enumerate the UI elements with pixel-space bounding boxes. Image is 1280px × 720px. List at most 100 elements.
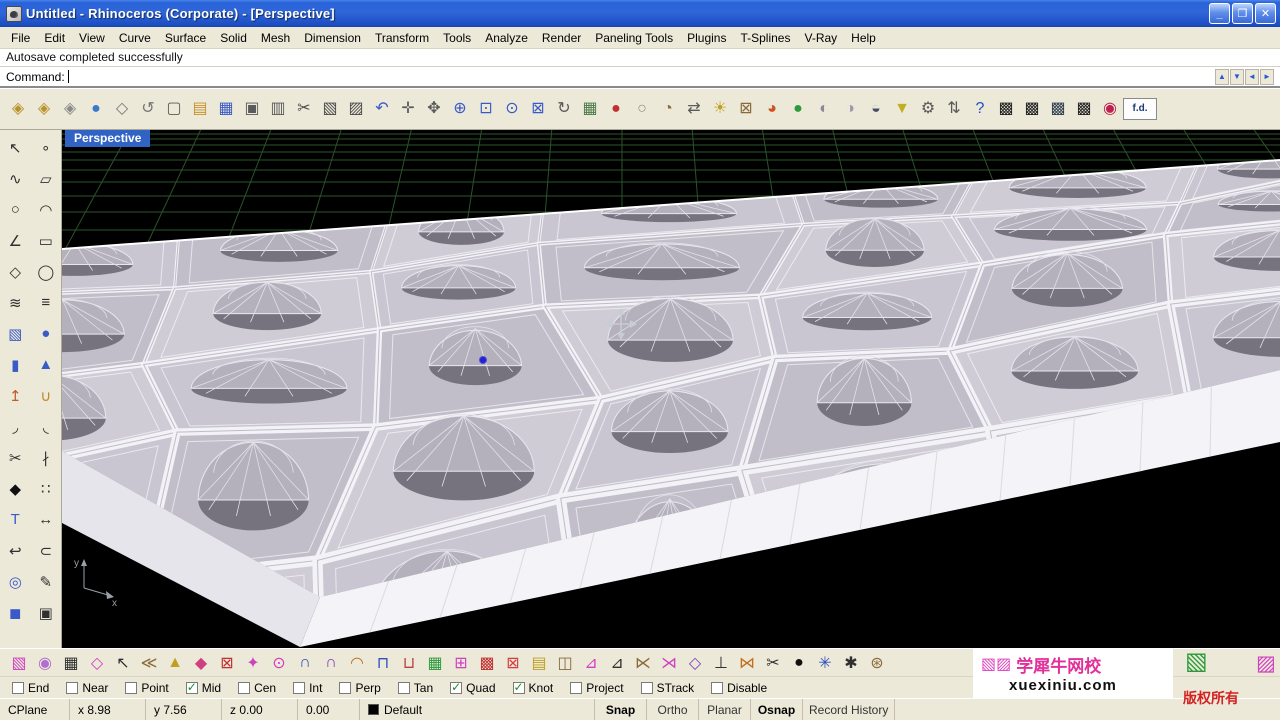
gumball-tool[interactable]: ◎ (0, 566, 31, 597)
osnap-project[interactable]: Project (570, 681, 624, 695)
zoom-extents-button[interactable]: ⊠ (525, 96, 551, 122)
chamfer-tool[interactable]: ◟ (31, 411, 62, 442)
pt-cone-icon[interactable]: ▲ (162, 651, 188, 675)
offset-curve-tool[interactable]: ⊂ (31, 535, 62, 566)
pt-spheres-icon[interactable]: ◉ (32, 651, 58, 675)
surface-corner-tool[interactable]: ▱ (31, 163, 62, 194)
pt-tri-dark-icon[interactable]: ⊿ (604, 651, 630, 675)
ellipse-tool[interactable]: ◯ (31, 256, 62, 287)
pt-cols-icon[interactable]: ◫ (552, 651, 578, 675)
new-file-button[interactable]: ▢ (161, 96, 187, 122)
copy-button[interactable]: ▧ (317, 96, 343, 122)
layer-pane[interactable]: Default (360, 699, 595, 720)
pt-grid-plus-icon[interactable]: ⊞ (448, 651, 474, 675)
shaded-sphere-icon[interactable]: ● (83, 96, 109, 122)
menu-curve[interactable]: Curve (112, 28, 158, 48)
copy-arrows-icon[interactable]: ⇄ (681, 96, 707, 122)
pt-bridge-icon[interactable]: ⊓ (370, 651, 396, 675)
export-button[interactable]: ▥ (265, 96, 291, 122)
osnap-point[interactable]: Point (125, 681, 169, 695)
pt-diamond-purple-icon[interactable]: ◇ (682, 651, 708, 675)
restore-button[interactable]: ❐ (1232, 3, 1253, 24)
pan-view-button[interactable]: ✛ (395, 96, 421, 122)
car-red-icon[interactable]: ● (603, 96, 629, 122)
pt-grid-black-icon[interactable]: ▦ (58, 651, 84, 675)
undo-button[interactable]: ↶ (369, 96, 395, 122)
osnap-quad[interactable]: Quad (450, 680, 496, 695)
checkbox-icon[interactable] (640, 681, 653, 694)
pt-red-x-icon[interactable]: ⊠ (214, 651, 240, 675)
command-scroll-up[interactable]: ▲ (1215, 68, 1229, 85)
pt-grid-red-icon[interactable]: ▩ (474, 651, 500, 675)
car-gray-icon[interactable]: ○ (629, 96, 655, 122)
fd-logo-icon[interactable]: f.d. (1123, 98, 1157, 120)
pt-angle-icon[interactable]: ≪ (136, 651, 162, 675)
checkbox-icon[interactable] (512, 680, 525, 694)
sphere-tool[interactable]: ● (31, 318, 62, 349)
print-button[interactable]: ▣ (239, 96, 265, 122)
checkbox-icon[interactable] (125, 681, 138, 694)
pt-snow-icon[interactable]: ✳ (812, 651, 838, 675)
osnap-int[interactable]: Int (293, 681, 322, 695)
pt-arc-icon[interactable]: ◠ (344, 651, 370, 675)
flag-icon[interactable]: ▼ (889, 96, 915, 122)
minimize-button[interactable]: _ (1209, 3, 1230, 24)
trim-tool[interactable]: ✂ (0, 442, 31, 473)
uvn-move-icon[interactable]: ⇅ (941, 96, 967, 122)
menu-dimension[interactable]: Dimension (297, 28, 368, 48)
pt-target-icon[interactable]: ⊙ (266, 651, 292, 675)
checkbox-icon[interactable] (711, 681, 724, 694)
move-button[interactable]: ✥ (421, 96, 447, 122)
extrude-tool[interactable]: ↥ (0, 380, 31, 411)
pt-grid-check-icon[interactable]: ▦ (422, 651, 448, 675)
point-tool[interactable]: ∘ (31, 132, 62, 163)
checkbox-icon[interactable] (339, 681, 352, 694)
menu-paneling-tools[interactable]: Paneling Tools (588, 28, 680, 48)
split-tool[interactable]: ∤ (31, 442, 62, 473)
dimension-tool[interactable]: ↔ (31, 504, 62, 535)
pt-bowtie-icon[interactable]: ⋈ (734, 651, 760, 675)
perspective-viewport[interactable]: yx Perspective (62, 130, 1280, 648)
paste-button[interactable]: ▨ (343, 96, 369, 122)
pane-planar[interactable]: Planar (699, 699, 751, 720)
osnap-near[interactable]: Near (66, 681, 108, 695)
rotate-view-button[interactable]: ↻ (551, 96, 577, 122)
osnap-end[interactable]: End (12, 681, 49, 695)
checkbox-icon[interactable] (66, 681, 79, 694)
command-line[interactable]: Command: ▲ ▼ ◄ ► (0, 67, 1280, 88)
popup-main-2-icon[interactable]: ◈ (31, 96, 57, 122)
command-scroll-down[interactable]: ▼ (1230, 68, 1244, 85)
menu-view[interactable]: View (72, 28, 112, 48)
pt-sphere-black-icon[interactable]: ● (786, 651, 812, 675)
panel-layout-tool[interactable]: ▣ (31, 597, 62, 628)
array-tool[interactable]: ∷ (31, 473, 62, 504)
pt-scissors-icon[interactable]: ✂ (760, 651, 786, 675)
menu-t-splines[interactable]: T-Splines (733, 28, 797, 48)
popup-main-1-icon[interactable]: ◈ (5, 96, 31, 122)
offset-tool[interactable]: ≡ (31, 287, 62, 318)
menu-v-ray[interactable]: V-Ray (797, 28, 844, 48)
checkbox-icon[interactable] (570, 681, 583, 694)
checkbox-icon[interactable] (12, 681, 24, 694)
command-scroll-right[interactable]: ► (1260, 68, 1274, 85)
cplane-pane[interactable]: CPlane (0, 699, 70, 720)
vray-ball-icon[interactable]: ◉ (1097, 96, 1123, 122)
pt-star-icon[interactable]: ✦ (240, 651, 266, 675)
menu-solid[interactable]: Solid (213, 28, 254, 48)
osnap-perp[interactable]: Perp (339, 681, 381, 695)
pt-arrow-icon[interactable]: ↖ (110, 651, 136, 675)
pt-bowtie-left-icon[interactable]: ⋉ (630, 651, 656, 675)
grid-table-icon[interactable]: ▦ (577, 96, 603, 122)
render-button[interactable]: ◕ (759, 96, 785, 122)
circle-tool[interactable]: ○ (0, 194, 31, 225)
open-file-button[interactable]: ▤ (187, 96, 213, 122)
viewport-canvas[interactable]: yx (62, 130, 1280, 648)
command-scroll-left[interactable]: ◄ (1245, 68, 1259, 85)
menu-surface[interactable]: Surface (158, 28, 213, 48)
pane-snap[interactable]: Snap (595, 699, 647, 720)
menu-analyze[interactable]: Analyze (478, 28, 535, 48)
pt-gear-icon[interactable]: ⊛ (864, 651, 890, 675)
pt-grid-x-icon[interactable]: ⊠ (500, 651, 526, 675)
pt-aster-icon[interactable]: ✱ (838, 651, 864, 675)
curve-tool[interactable]: ∿ (0, 163, 31, 194)
